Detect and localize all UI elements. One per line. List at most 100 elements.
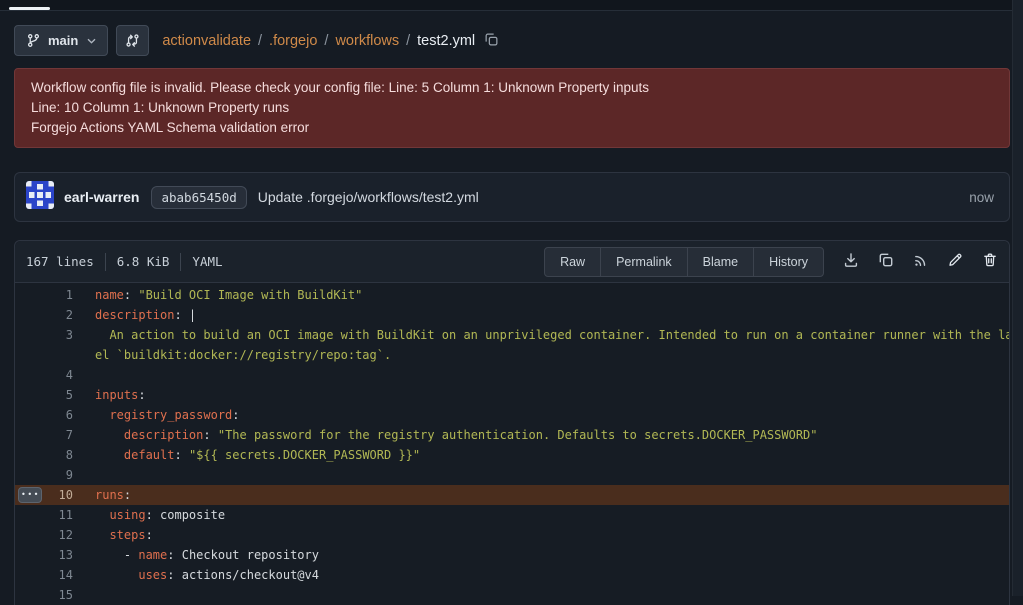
identicon-avatar[interactable]: [26, 181, 54, 214]
edit-pencil-icon: [947, 252, 963, 271]
copy-content-button[interactable]: [878, 252, 894, 271]
file-header: 167 lines 6.8 KiB YAML RawPermalinkBlameHi…: [15, 241, 1009, 283]
code-line-content: steps:: [95, 525, 1009, 545]
line-number[interactable]: 1: [15, 285, 95, 305]
breadcrumb: actionvalidate / .forgejo / workflows / test2.…: [162, 33, 475, 49]
expand-section-button[interactable]: •••: [18, 487, 42, 503]
code-line-content: registry_password:: [95, 405, 1009, 425]
commit-time: now: [969, 190, 994, 205]
code-line: 9: [15, 465, 1009, 485]
line-number[interactable]: 8: [15, 445, 95, 465]
delete-button[interactable]: [982, 252, 998, 271]
code-line-content: name: "Build OCI Image with BuildKit": [95, 285, 1009, 305]
file-view-button-group: RawPermalinkBlameHistory: [544, 247, 824, 277]
file-meta-item: YAML: [192, 254, 222, 269]
code-line-content: - name: Checkout repository: [95, 545, 1009, 565]
code-line: 2description: |: [15, 305, 1009, 325]
active-tab-indicator: [9, 7, 50, 10]
error-banner: Workflow config file is invalid. Please …: [14, 68, 1010, 148]
line-number[interactable]: 7: [15, 425, 95, 445]
line-number[interactable]: 2: [15, 305, 95, 325]
code-line: 4: [15, 365, 1009, 385]
line-number[interactable]: 14: [15, 565, 95, 585]
code-line-content: [95, 365, 1009, 385]
file-meta-item: 6.8 KiB: [117, 254, 170, 269]
top-tab-bar: [0, 0, 1023, 11]
download-button[interactable]: [843, 252, 859, 271]
download-icon: [843, 252, 859, 271]
error-line: Workflow config file is invalid. Please …: [31, 78, 993, 98]
error-line: Forgejo Actions YAML Schema validation e…: [31, 118, 993, 138]
git-compare-icon: [125, 33, 140, 48]
file-view-panel: 167 lines 6.8 KiB YAML RawPermalinkBlameHi…: [14, 240, 1010, 605]
permalink-button[interactable]: Permalink: [600, 247, 688, 277]
code-line-content: [95, 585, 1009, 605]
line-number[interactable]: 13: [15, 545, 95, 565]
code-line-content: runs:: [95, 485, 1009, 505]
line-number: [15, 345, 95, 365]
code-line: 14 uses: actions/checkout@v4: [15, 565, 1009, 585]
copy-path-button[interactable]: [484, 32, 499, 50]
line-number[interactable]: 15: [15, 585, 95, 605]
breadcrumb-separator: /: [406, 33, 410, 49]
code-line-content: uses: actions/checkout@v4: [95, 565, 1009, 585]
breadcrumb-separator: /: [258, 33, 262, 49]
code-line-content: [95, 465, 1009, 485]
breadcrumb-current-file: test2.yml: [417, 33, 475, 49]
file-meta-item: 167 lines: [26, 254, 94, 269]
commit-author[interactable]: earl-warren: [64, 189, 139, 205]
code-line-content: An action to build an OCI image with Bui…: [95, 325, 1009, 345]
delete-trash-icon: [982, 252, 998, 271]
code-line-content: description: |: [95, 305, 1009, 325]
code-line: 12 steps:: [15, 525, 1009, 545]
code-line: 6 registry_password:: [15, 405, 1009, 425]
divider: [180, 253, 181, 271]
line-number[interactable]: 6: [15, 405, 95, 425]
code-line: 11 using: composite: [15, 505, 1009, 525]
code-line-content: description: "The password for the regis…: [95, 425, 1009, 445]
compare-button[interactable]: [116, 25, 149, 56]
code-line: 7 description: "The password for the reg…: [15, 425, 1009, 445]
breadcrumb-segment[interactable]: actionvalidate: [162, 33, 251, 49]
code-line: 1name: "Build OCI Image with BuildKit": [15, 285, 1009, 305]
git-branch-icon: [26, 33, 41, 48]
history-button[interactable]: History: [753, 247, 824, 277]
code-line: 3 An action to build an OCI image with B…: [15, 325, 1009, 345]
code-line: 15: [15, 585, 1009, 605]
blame-button[interactable]: Blame: [687, 247, 754, 277]
breadcrumb-segment[interactable]: .forgejo: [269, 33, 317, 49]
rss-feed-icon: [913, 253, 928, 271]
code-view: 1name: "Build OCI Image with BuildKit"2d…: [15, 283, 1009, 605]
breadcrumb-separator: /: [324, 33, 328, 49]
rss-feed-button[interactable]: [913, 253, 928, 271]
latest-commit-bar: earl-warren abab65450d Update .forgejo/w…: [14, 172, 1010, 222]
code-line: 13 - name: Checkout repository: [15, 545, 1009, 565]
code-line: 8 default: "${{ secrets.DOCKER_PASSWORD …: [15, 445, 1009, 465]
edit-button[interactable]: [947, 252, 963, 271]
line-number[interactable]: 11: [15, 505, 95, 525]
file-meta: 167 lines 6.8 KiB YAML: [26, 253, 223, 271]
file-actions: RawPermalinkBlameHistory: [544, 247, 998, 277]
code-line: •••10runs:: [15, 485, 1009, 505]
repo-file-page: main actionvalidate / .forgejo / workflows / t…: [14, 25, 1010, 605]
error-line: Line: 10 Column 1: Unknown Property runs: [31, 98, 993, 118]
branch-selector[interactable]: main: [14, 25, 108, 56]
code-line-content: el `buildkit:docker://registry/repo:tag`…: [95, 345, 1009, 365]
line-number[interactable]: 4: [15, 365, 95, 385]
code-line-content: using: composite: [95, 505, 1009, 525]
commit-message[interactable]: Update .forgejo/workflows/test2.yml: [258, 189, 479, 205]
copy-content-icon: [878, 252, 894, 271]
branch-breadcrumb-row: main actionvalidate / .forgejo / workflows / t…: [14, 25, 1010, 56]
page-scrollbar[interactable]: [1012, 0, 1023, 596]
commit-hash-badge[interactable]: abab65450d: [151, 186, 246, 209]
line-number[interactable]: 5: [15, 385, 95, 405]
copy-path-icon: [484, 32, 499, 50]
code-line: 5inputs:: [15, 385, 1009, 405]
raw-button[interactable]: Raw: [544, 247, 601, 277]
line-number[interactable]: 12: [15, 525, 95, 545]
code-line-content: default: "${{ secrets.DOCKER_PASSWORD }}…: [95, 445, 1009, 465]
breadcrumb-segment[interactable]: workflows: [335, 33, 399, 49]
line-number[interactable]: 3: [15, 325, 95, 345]
chevron-down-icon: [87, 38, 96, 44]
line-number[interactable]: 9: [15, 465, 95, 485]
